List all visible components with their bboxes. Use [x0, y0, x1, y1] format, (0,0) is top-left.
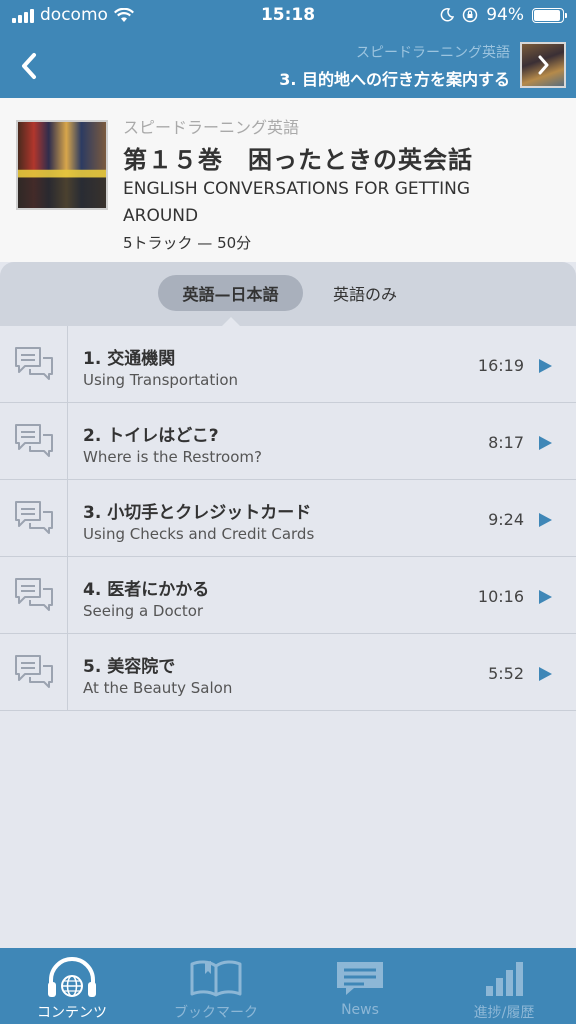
segment-english-only[interactable]: 英語のみ — [310, 275, 420, 311]
battery-percent: 94% — [486, 5, 524, 25]
transcript-button[interactable] — [0, 480, 68, 556]
chevron-left-icon — [22, 53, 36, 79]
track-list: 1. 交通機関 Using Transportation 16:19 2. トイ… — [0, 326, 576, 711]
back-button[interactable] — [12, 46, 46, 86]
transcript-button[interactable] — [0, 403, 68, 479]
track-duration: 8:17 — [488, 433, 524, 452]
track-row[interactable]: 2. トイレはどこ? Where is the Restroom? 8:17 — [0, 403, 576, 480]
status-right: 94% — [440, 5, 567, 25]
tab-label: 進捗/履歴 — [473, 1005, 535, 1021]
language-segment-control: 英語—日本語 英語のみ — [0, 262, 576, 326]
album-title-en: ENGLISH CONVERSATIONS FOR GETTING AROUND — [123, 179, 471, 226]
track-row[interactable]: 1. 交通機関 Using Transportation 16:19 — [0, 326, 576, 403]
play-icon[interactable] — [539, 513, 552, 527]
segment-pointer — [222, 317, 240, 326]
track-title: 5. 美容院で — [83, 657, 176, 677]
chat-bubbles-icon — [14, 655, 53, 688]
track-title: 2. トイレはどこ? — [83, 426, 219, 446]
track-row[interactable]: 5. 美容院で At the Beauty Salon 5:52 — [0, 634, 576, 711]
chat-bubbles-icon — [14, 424, 53, 457]
track-subtitle: At the Beauty Salon — [83, 679, 233, 697]
track-row[interactable]: 4. 医者にかかる Seeing a Doctor 10:16 — [0, 557, 576, 634]
transcript-button[interactable] — [0, 557, 68, 633]
tab-label: News — [341, 1002, 379, 1018]
tab-label: コンテンツ — [37, 1005, 107, 1021]
book-icon — [189, 956, 243, 1000]
segment-english-japanese[interactable]: 英語—日本語 — [158, 275, 303, 311]
bar-chart-icon — [480, 956, 528, 1000]
transcript-button[interactable] — [0, 326, 68, 402]
track-subtitle: Where is the Restroom? — [83, 448, 262, 466]
now-playing-track: 3. 目的地への行き方を案内する — [279, 70, 510, 89]
now-playing-info[interactable]: スピードラーニング英語 3. 目的地への行き方を案内する — [70, 42, 510, 90]
track-title: 3. 小切手とクレジットカード — [83, 503, 312, 523]
track-subtitle: Seeing a Doctor — [83, 602, 204, 620]
tab-bookmarks[interactable]: ブックマーク — [144, 948, 288, 1024]
track-duration: 5:52 — [488, 664, 524, 683]
battery-icon — [532, 7, 567, 23]
track-duration: 16:19 — [477, 356, 524, 375]
play-icon[interactable] — [539, 667, 552, 681]
tab-news[interactable]: News — [288, 948, 432, 1024]
track-duration: 10:16 — [477, 587, 524, 606]
chevron-right-icon — [538, 55, 549, 75]
now-playing-series: スピードラーニング英語 — [356, 45, 510, 61]
play-icon[interactable] — [539, 436, 552, 450]
status-bar: docomo 15:18 94% — [0, 0, 576, 32]
track-title: 4. 医者にかかる — [83, 580, 210, 600]
play-icon[interactable] — [539, 590, 552, 604]
chat-bubbles-icon — [14, 347, 53, 380]
tab-contents[interactable]: コンテンツ — [0, 948, 144, 1024]
orientation-lock-icon — [462, 7, 478, 23]
album-meta: 5トラック — 50分 — [123, 234, 252, 252]
track-subtitle: Using Transportation — [83, 371, 239, 389]
track-title: 1. 交通機関 — [83, 349, 176, 369]
tab-label: ブックマーク — [174, 1005, 258, 1021]
album-series: スピードラーニング英語 — [123, 118, 300, 137]
chat-bubbles-icon — [14, 578, 53, 611]
news-icon — [334, 956, 386, 1000]
track-subtitle: Using Checks and Credit Cards — [83, 525, 315, 543]
top-bar: docomo 15:18 94% スピードラーニング英語 3. 目的地への行き方… — [0, 0, 576, 98]
tab-bar: コンテンツ ブックマーク News 進捗/履歴 — [0, 948, 576, 1024]
album-header: スピードラーニング英語 第１５巻 困ったときの英会話 ENGLISH CONVE… — [0, 98, 576, 262]
moon-icon — [440, 8, 455, 22]
tab-progress-history[interactable]: 進捗/履歴 — [432, 948, 576, 1024]
track-row[interactable]: 3. 小切手とクレジットカード Using Checks and Credit … — [0, 480, 576, 557]
chat-bubbles-icon — [14, 501, 53, 534]
headphones-globe-icon — [45, 956, 99, 1000]
album-title: 第１５巻 困ったときの英会話 — [123, 146, 473, 174]
track-duration: 9:24 — [488, 510, 524, 529]
transcript-button[interactable] — [0, 634, 68, 710]
album-cover — [16, 120, 108, 210]
now-playing-button[interactable] — [520, 42, 566, 88]
play-icon[interactable] — [539, 359, 552, 373]
